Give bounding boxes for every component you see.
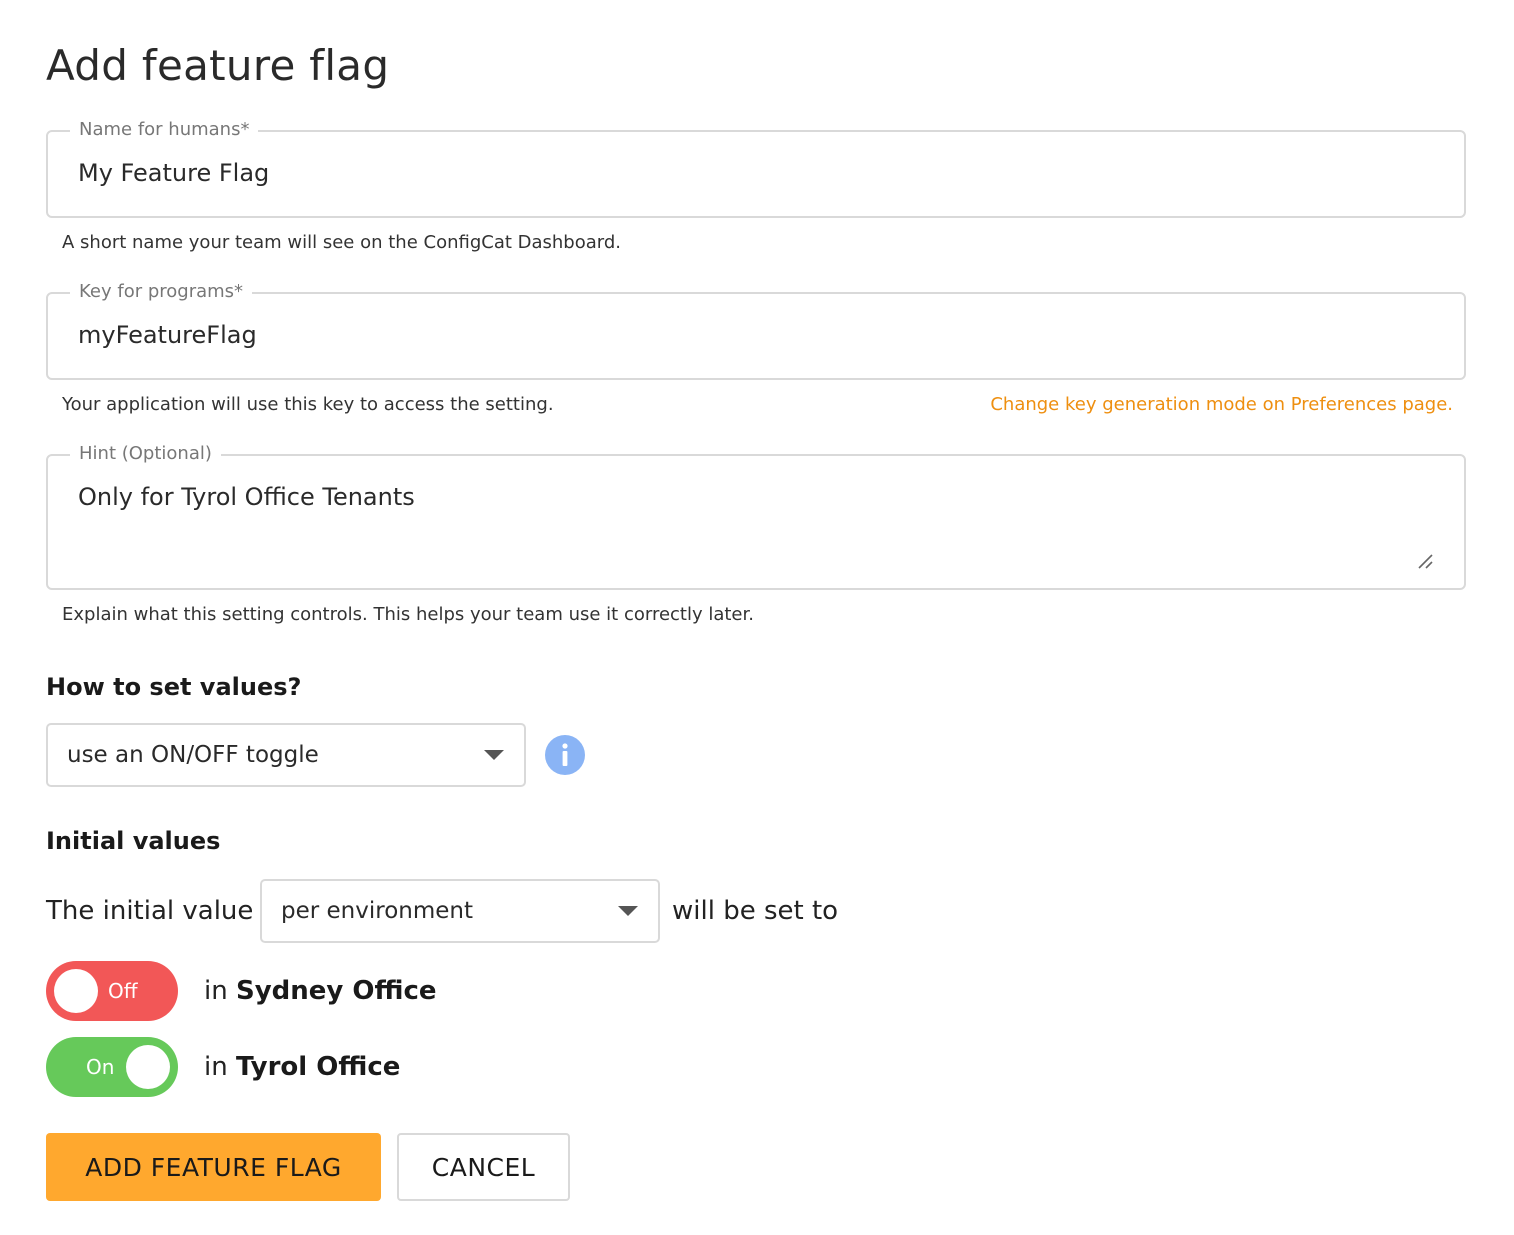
env-name: Sydney Office xyxy=(235,976,437,1006)
add-feature-flag-button[interactable]: ADD FEATURE FLAG xyxy=(46,1133,381,1201)
toggle-tyrol-office[interactable]: On xyxy=(46,1037,178,1097)
resize-handle-icon[interactable] xyxy=(1416,552,1434,570)
initial-value-mode-selected: per environment xyxy=(281,898,473,924)
key-field[interactable]: Key for programs* myFeatureFlag xyxy=(46,281,1466,380)
toggle-knob xyxy=(126,1045,170,1089)
env-row-sydney-office: in Sydney Office xyxy=(204,974,437,1008)
hint-textarea[interactable]: Only for Tyrol Office Tenants xyxy=(78,480,415,514)
cancel-button[interactable]: CANCEL xyxy=(397,1133,570,1201)
env-row-tyrol-office: in Tyrol Office xyxy=(204,1050,400,1084)
initial-values-heading: Initial values xyxy=(46,827,221,855)
page-title: Add feature flag xyxy=(46,41,390,90)
value-type-heading: How to set values? xyxy=(46,673,302,701)
caret-down-icon xyxy=(618,906,638,916)
name-field[interactable]: Name for humans* My Feature Flag xyxy=(46,119,1466,218)
info-icon[interactable] xyxy=(545,735,585,775)
toggle-state-label: On xyxy=(86,1055,115,1079)
initial-value-prefix: The initial value xyxy=(46,896,254,926)
value-type-selected: use an ON/OFF toggle xyxy=(67,742,319,768)
initial-value-suffix: will be set to xyxy=(672,896,839,926)
name-helper-text: A short name your team will see on the C… xyxy=(62,232,622,253)
hint-field-label: Hint (Optional) xyxy=(70,443,221,465)
toggle-sydney-office[interactable]: Off xyxy=(46,961,178,1021)
caret-down-icon xyxy=(484,750,504,760)
initial-value-mode-select[interactable]: per environment xyxy=(260,879,660,943)
key-field-label: Key for programs* xyxy=(70,281,253,303)
env-prefix: in xyxy=(204,976,228,1006)
name-input[interactable]: My Feature Flag xyxy=(78,156,269,190)
toggle-knob xyxy=(54,969,98,1013)
key-generation-mode-link[interactable]: Change key generation mode on Preference… xyxy=(990,393,1453,417)
env-prefix: in xyxy=(204,1052,228,1082)
name-field-label: Name for humans* xyxy=(70,119,259,141)
toggle-state-label: Off xyxy=(108,979,138,1003)
value-type-select[interactable]: use an ON/OFF toggle xyxy=(46,723,526,787)
hint-helper-text: Explain what this setting controls. This… xyxy=(62,604,754,625)
hint-field[interactable]: Hint (Optional) Only for Tyrol Office Te… xyxy=(46,443,1466,590)
key-helper-text: Your application will use this key to ac… xyxy=(62,394,554,415)
info-glyph xyxy=(562,743,568,766)
env-name: Tyrol Office xyxy=(235,1052,401,1082)
key-input[interactable]: myFeatureFlag xyxy=(78,318,257,352)
